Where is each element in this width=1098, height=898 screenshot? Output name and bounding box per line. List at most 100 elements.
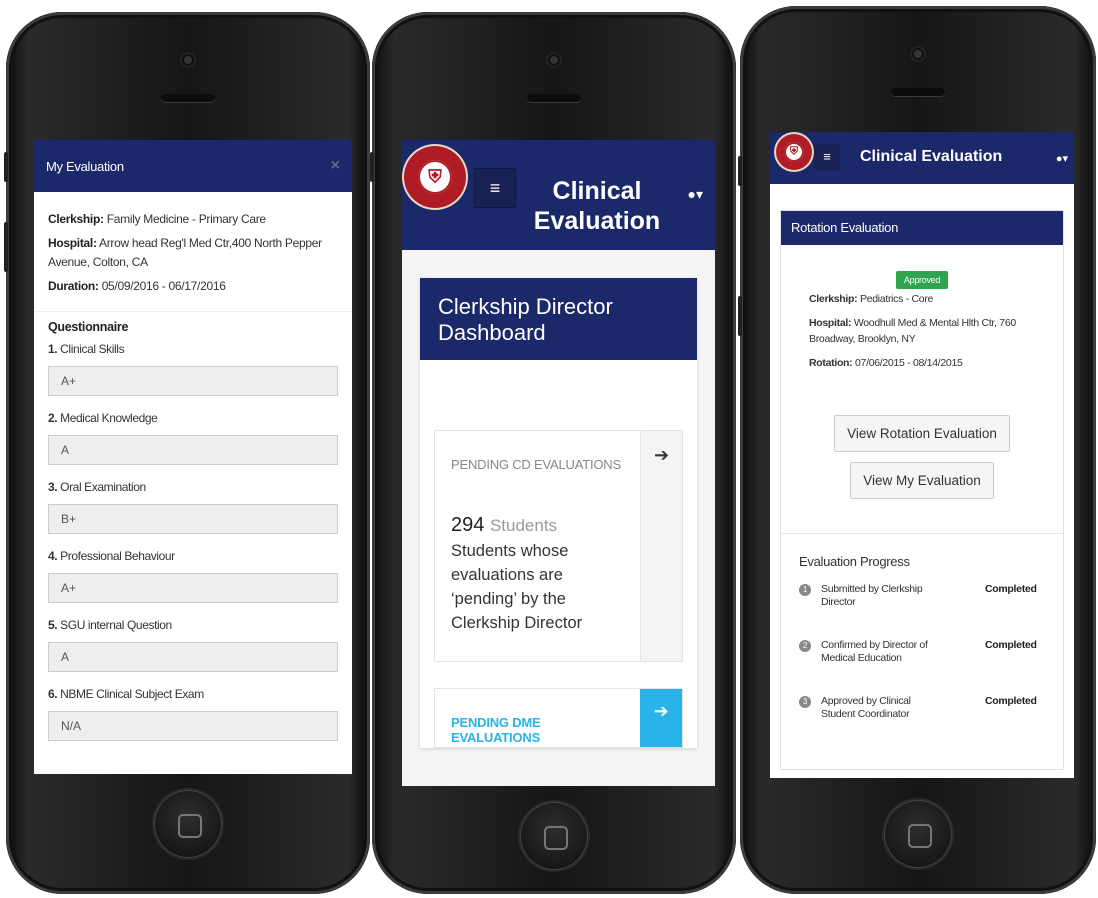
hamburger-menu-icon[interactable]: ≡ <box>474 168 516 208</box>
modal-header: My Evaluation × <box>34 140 352 192</box>
question-number: 2. <box>48 411 58 425</box>
step-number: 3 <box>799 696 811 708</box>
progress-step: 3 Approved by Clinical Student Coordinat… <box>799 695 1053 751</box>
phone-side-button <box>4 152 8 182</box>
chevron-down-icon: ▾ <box>1062 153 1068 165</box>
phone-side-button <box>738 296 742 336</box>
pending-cd-card[interactable]: PENDING CD EVALUATIONS 294 Students Stud… <box>434 430 683 662</box>
pending-dme-label: PENDING DME EVALUATIONS <box>451 715 541 745</box>
clerkship-value: Pediatrics - Core <box>859 293 934 305</box>
shield-icon: ⛨ <box>789 145 799 158</box>
clerkship-label: Clerkship: <box>48 212 104 226</box>
phone-3-screen: ⛨ ≡ Clinical Evaluation ●▾ Rotation Eval… <box>770 132 1074 778</box>
pending-cd-unit: Students <box>489 516 558 535</box>
evaluation-info: Clerkship: Family Medicine - Primary Car… <box>34 192 352 312</box>
phone-1-device: My Evaluation × Clerkship: Family Medici… <box>4 12 370 894</box>
app-title: Clinical Evaluation <box>533 177 661 235</box>
question-number: 6. <box>48 687 58 701</box>
user-menu-icon[interactable]: ●▾ <box>1056 152 1068 165</box>
dashboard-body: Clerkship Director Dashboard PENDING CD … <box>402 250 715 748</box>
clerkship-value: Family Medicine - Primary Care <box>106 212 266 226</box>
dashboard-panel: Clerkship Director Dashboard PENDING CD … <box>420 278 697 748</box>
view-my-evaluation-button[interactable]: View My Evaluation <box>850 462 994 499</box>
dashboard-spacer <box>420 360 697 430</box>
arrow-right-icon[interactable]: ➔ <box>640 431 682 661</box>
chevron-down-icon: ▾ <box>695 186 703 202</box>
phone-camera <box>548 54 560 66</box>
rotation-row: Rotation: 07/06/2015 - 08/14/2015 <box>809 355 1053 371</box>
question-label: 1. Clinical Skills <box>48 342 338 356</box>
question-text: Professional Behaviour <box>60 549 175 563</box>
home-button[interactable] <box>520 802 588 870</box>
phone-side-button <box>738 156 742 186</box>
progress-step: 2 Confirmed by Director of Medical Educa… <box>799 639 1053 695</box>
pending-dme-card[interactable]: PENDING DME EVALUATIONS ➔ <box>434 688 683 748</box>
university-seal-logo: ⛨ <box>776 134 812 170</box>
rotation-evaluation-card: Rotation Evaluation Approved Clerkship: … <box>780 210 1064 770</box>
shield-icon: ⛨ <box>428 166 442 187</box>
questionnaire: Questionnaire 1. Clinical Skills A+ 2. M… <box>34 312 352 764</box>
question-text: Clinical Skills <box>60 342 125 356</box>
question-number: 1. <box>48 342 58 356</box>
answer-field[interactable]: B+ <box>48 504 338 534</box>
question-label: 3. Oral Examination <box>48 480 338 494</box>
question-label: 2. Medical Knowledge <box>48 411 338 425</box>
phone-1-screen: My Evaluation × Clerkship: Family Medici… <box>34 140 352 774</box>
duration-label: Duration: <box>48 279 99 293</box>
rotation-value: 07/06/2015 - 08/14/2015 <box>855 357 963 369</box>
question-number: 3. <box>48 480 58 494</box>
hospital-row: Hospital: Arrow head Reg'l Med Ctr,400 N… <box>48 234 338 272</box>
app-title: Clinical Evaluation <box>860 148 1003 165</box>
status-badge-wrap: Approved <box>809 271 1053 289</box>
pending-cd-count-row: 294 Students <box>451 514 624 537</box>
answer-field[interactable]: N/A <box>48 711 338 741</box>
phone-2-device: ⛨ ≡ Clinical Evaluation ●▾ Clerkship Dir… <box>370 12 736 894</box>
hamburger-menu-icon[interactable]: ≡ <box>814 144 840 170</box>
question-text: Oral Examination <box>60 480 146 494</box>
pending-cd-content: PENDING CD EVALUATIONS 294 Students Stud… <box>435 431 640 661</box>
university-seal-logo: ⛨ <box>404 146 466 208</box>
duration-value: 05/09/2016 - 06/17/2016 <box>101 279 226 293</box>
view-rotation-evaluation-button[interactable]: View Rotation Evaluation <box>834 415 1010 452</box>
answer-field[interactable]: A <box>48 435 338 465</box>
app-header: ⛨ ≡ Clinical Evaluation ●▾ <box>770 132 1074 184</box>
step-status: Completed <box>985 695 1037 707</box>
phone-2-screen: ⛨ ≡ Clinical Evaluation ●▾ Clerkship Dir… <box>402 140 715 786</box>
status-badge: Approved <box>895 271 949 289</box>
modal-title: My Evaluation <box>46 158 124 174</box>
hospital-label: Hospital: <box>48 236 97 250</box>
close-icon[interactable]: × <box>331 157 340 175</box>
questionnaire-title: Questionnaire <box>48 320 129 334</box>
pending-cd-label: PENDING CD EVALUATIONS <box>451 457 621 472</box>
answer-field[interactable]: A+ <box>48 366 338 396</box>
step-number: 2 <box>799 640 811 652</box>
rotation-label: Rotation: <box>809 357 853 369</box>
question-text: SGU internal Question <box>60 618 172 632</box>
arrow-right-icon[interactable]: ➔ <box>640 689 682 747</box>
user-menu-icon[interactable]: ●▾ <box>688 186 704 203</box>
evaluation-progress: Evaluation Progress 1 Submitted by Clerk… <box>781 534 1063 769</box>
progress-title: Evaluation Progress <box>799 554 910 569</box>
hospital-label: Hospital: <box>809 317 852 329</box>
question-label: 4. Professional Behaviour <box>48 549 338 563</box>
home-button[interactable] <box>154 790 222 858</box>
clerkship-label: Clerkship: <box>809 293 858 305</box>
phone-3-device: ⛨ ≡ Clinical Evaluation ●▾ Rotation Eval… <box>738 6 1096 894</box>
pending-cd-description: Students whose evaluations are ‘pending’… <box>451 542 583 632</box>
step-status: Completed <box>985 583 1037 595</box>
phone-speaker <box>891 88 945 96</box>
step-text: Submitted by Clerkship Director <box>821 583 923 608</box>
rotation-details: Approved Clerkship: Pediatrics - Core Ho… <box>781 245 1063 397</box>
card-title: Rotation Evaluation <box>781 211 1063 245</box>
home-button[interactable] <box>884 800 952 868</box>
pending-cd-count: 294 <box>451 514 485 536</box>
answer-field[interactable]: A <box>48 642 338 672</box>
progress-step: 1 Submitted by Clerkship Director Comple… <box>799 583 1053 639</box>
answer-field[interactable]: A+ <box>48 573 338 603</box>
phone-side-button <box>370 152 374 182</box>
step-number: 1 <box>799 584 811 596</box>
clerkship-row: Clerkship: Family Medicine - Primary Car… <box>48 210 338 229</box>
question-number: 5. <box>48 618 58 632</box>
app-header: ⛨ ≡ Clinical Evaluation ●▾ <box>402 140 715 250</box>
step-text: Approved by Clinical Student Coordinator <box>821 695 911 720</box>
